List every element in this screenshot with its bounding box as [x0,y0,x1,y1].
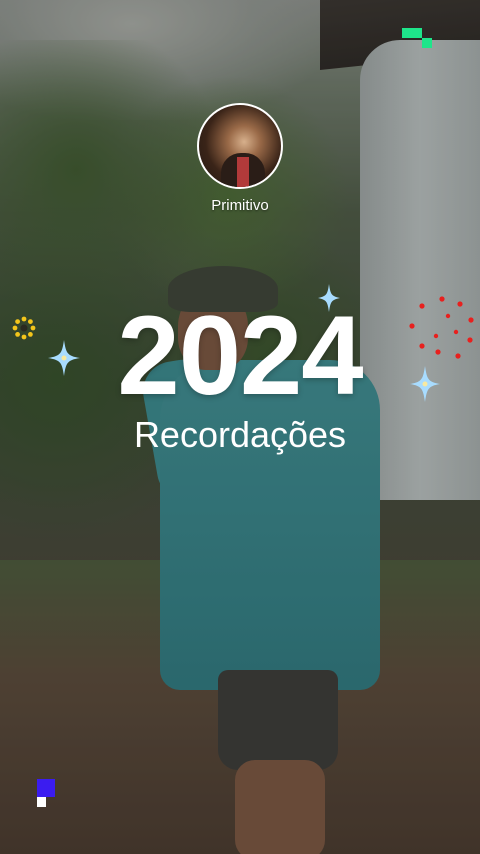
recap-subtitle: Recordações [133,414,347,455]
pixel-decoration-bottom [37,779,55,809]
recap-year: 2024 [117,293,363,418]
story-screen: Primitivo 2024 Recordações [0,0,480,854]
pixel-decoration-top [402,28,434,50]
avatar[interactable] [197,103,283,189]
username: Primitivo [211,197,269,214]
